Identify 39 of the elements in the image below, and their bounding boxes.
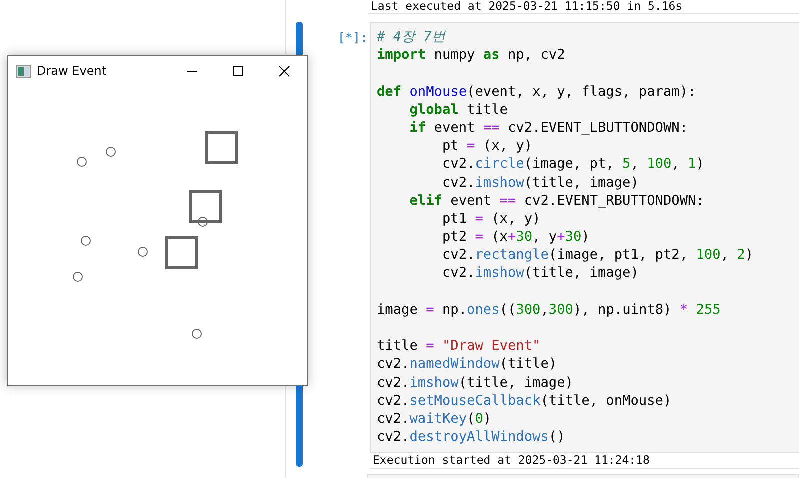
code-line: cv2.rectangle(image, pt1, pt2, 100, 2) <box>441 246 755 264</box>
circle-mark <box>106 147 116 157</box>
code-line: pt1 = (x, y) <box>441 210 542 228</box>
minimize-icon <box>187 70 197 72</box>
code-line: cv2.waitKey(0) <box>377 410 493 428</box>
code-line: cv2.imshow(title, image) <box>377 374 574 392</box>
output-text: Last executed at 2025-03-21 11:15:50 in 5.16s <box>370 0 683 13</box>
square-mark <box>206 132 238 164</box>
circle-mark <box>138 247 148 257</box>
code-line: if event == cv2.EVENT_LBUTTONDOWN: <box>408 118 690 138</box>
code-line: import numpy as np, cv2 <box>377 46 566 64</box>
code-line: pt2 = (x+30, y+30) <box>441 228 591 246</box>
circle-mark <box>192 329 202 339</box>
circle-mark <box>77 157 87 167</box>
square-mark <box>166 236 198 270</box>
maximize-icon <box>233 66 243 76</box>
window-title: Draw Event <box>37 64 108 78</box>
cell-prompt: [*]: <box>336 29 369 47</box>
code-line: cv2.imshow(title, image) <box>441 174 640 192</box>
code-line: cv2.setMouseCallback(title, onMouse) <box>377 392 673 410</box>
circle-mark <box>198 217 208 227</box>
code-line: cv2.imshow(title, image) <box>441 264 640 283</box>
code-line: pt = (x, y) <box>441 137 534 156</box>
code-line: cv2.namedWindow(title) <box>377 355 558 374</box>
code-line: # 4장 7번 <box>377 28 447 46</box>
square-mark <box>190 190 222 224</box>
circle-mark <box>81 236 91 246</box>
circle-mark <box>73 272 83 282</box>
code-line: image = np.ones((300,300), np.uint8) * 255 <box>377 300 722 319</box>
output-text: Execution started at 2025-03-21 11:24:18 <box>372 454 651 468</box>
code-line: title = "Draw Event" <box>377 337 542 356</box>
code-line: global title <box>408 100 509 119</box>
code-line: elif event == cv2.EVENT_RBUTTONDOWN: <box>408 192 706 210</box>
close-icon <box>278 66 290 76</box>
code-editor[interactable] <box>370 22 799 454</box>
code-line: def onMouse(event, x, y, flags, param): <box>377 82 698 101</box>
code-line: cv2.circle(image, pt, 5, 100, 1) <box>441 155 706 174</box>
window-app-icon <box>16 64 31 78</box>
code-line: cv2.destroyAllWindows() <box>377 428 566 446</box>
